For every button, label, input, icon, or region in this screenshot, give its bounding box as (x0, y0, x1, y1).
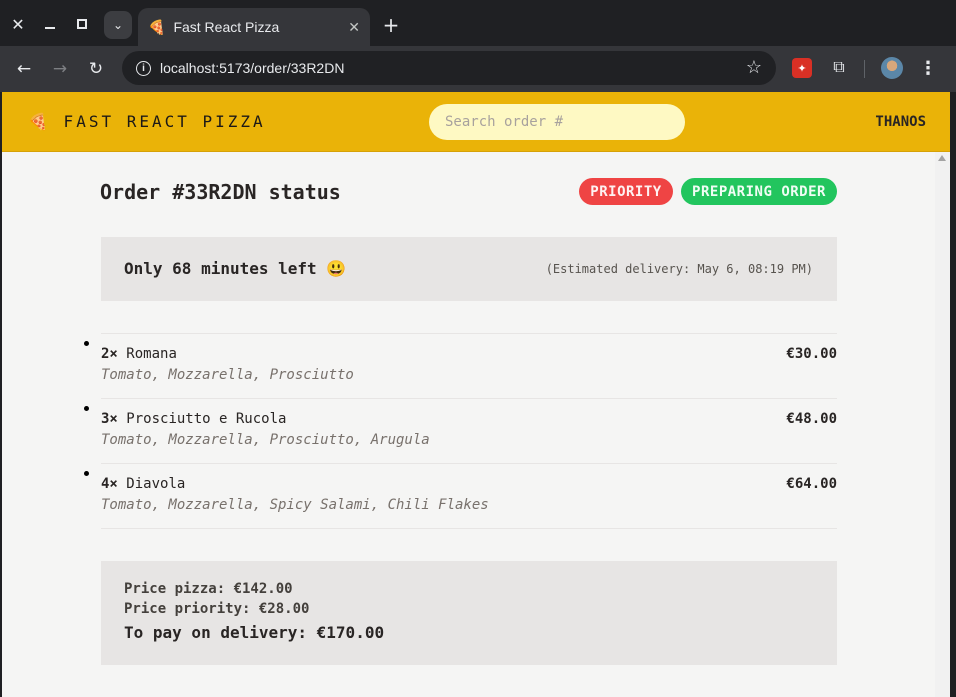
address-bar[interactable]: i localhost:5173/order/33R2DN ☆ (122, 51, 776, 85)
order-title: Order #33R2DN status (100, 180, 341, 204)
new-tab-icon[interactable]: + (378, 11, 404, 39)
browser-tab[interactable]: 🍕 Fast React Pizza ✕ (138, 8, 370, 46)
item-name: Prosciutto e Rucola (126, 411, 287, 427)
item-price: €48.00 (786, 411, 837, 427)
tab-search-chevron-icon[interactable]: ⌄ (104, 11, 132, 39)
priority-badge: Priority (579, 178, 673, 205)
item-price: €30.00 (786, 346, 837, 362)
price-priority: Price priority: €28.00 (124, 601, 310, 617)
browser-toolbar: ← → ↻ i localhost:5173/order/33R2DN ☆ ✦ … (0, 46, 956, 92)
app-logo[interactable]: 🍕 Fast React Pizza (28, 112, 266, 131)
list-item: 2× Romana Tomato, Mozzarella, Prosciutto… (101, 334, 837, 399)
pizza-favicon-icon: 🍕 (148, 18, 166, 35)
more-menu-icon[interactable]: ⋮ (918, 56, 938, 80)
bookmark-star-icon[interactable]: ☆ (746, 57, 762, 78)
item-name: Diavola (126, 476, 186, 492)
site-info-icon[interactable]: i (136, 60, 151, 76)
status-badge: Preparing order (681, 178, 837, 205)
app-header: 🍕 Fast React Pizza thanos (2, 92, 950, 152)
page-scrollbar[interactable] (935, 152, 950, 697)
total-to-pay: To pay on delivery: €170.00 (124, 623, 385, 642)
browser-titlebar: ✕ ⌄ 🍕 Fast React Pizza ✕ + (0, 0, 956, 46)
tab-title: Fast React Pizza (173, 19, 280, 35)
estimated-delivery-text: (Estimated delivery: May 6, 08:19 PM) (545, 262, 813, 276)
extension-icon[interactable]: ✦ (792, 58, 812, 78)
item-ingredients: Tomato, Mozzarella, Prosciutto (101, 367, 354, 383)
forward-arrow-icon[interactable]: → (46, 55, 74, 83)
window-minimize-icon[interactable] (36, 10, 64, 38)
item-quantity: 2× (101, 346, 118, 362)
item-quantity: 4× (101, 476, 118, 492)
username: thanos (875, 114, 926, 130)
delivery-estimate: Only 68 minutes left 😃 (Estimated delive… (101, 237, 837, 301)
reload-icon[interactable]: ↻ (82, 55, 110, 83)
back-arrow-icon[interactable]: ← (10, 55, 38, 83)
item-ingredients: Tomato, Mozzarella, Prosciutto, Arugula (101, 432, 430, 448)
tab-close-icon[interactable]: ✕ (348, 19, 360, 36)
item-name: Romana (126, 346, 177, 362)
item-quantity: 3× (101, 411, 118, 427)
time-left-text: Only 68 minutes left 😃 (124, 259, 347, 278)
window-close-icon[interactable]: ✕ (4, 10, 32, 38)
toolbar-divider (864, 60, 865, 78)
list-item: 3× Prosciutto e Rucola Tomato, Mozzarell… (101, 399, 837, 464)
price-summary: Price pizza: €142.00 Price priority: €28… (101, 561, 837, 665)
window-maximize-icon[interactable] (68, 10, 96, 38)
order-items-list: 2× Romana Tomato, Mozzarella, Prosciutto… (101, 333, 837, 529)
item-price: €64.00 (786, 476, 837, 492)
url-text[interactable]: localhost:5173/order/33R2DN (160, 60, 344, 76)
scroll-up-arrow-icon[interactable] (938, 155, 946, 161)
list-item: 4× Diavola Tomato, Mozzarella, Spicy Sal… (101, 464, 837, 529)
price-pizza: Price pizza: €142.00 (124, 581, 293, 597)
profile-avatar[interactable] (881, 57, 903, 79)
item-ingredients: Tomato, Mozzarella, Spicy Salami, Chili … (101, 497, 489, 513)
search-order-input[interactable] (429, 104, 685, 140)
extensions-puzzle-icon[interactable]: ⧉ (828, 56, 850, 78)
page-viewport: 🍕 Fast React Pizza thanos Order #33R2DN … (2, 92, 950, 697)
